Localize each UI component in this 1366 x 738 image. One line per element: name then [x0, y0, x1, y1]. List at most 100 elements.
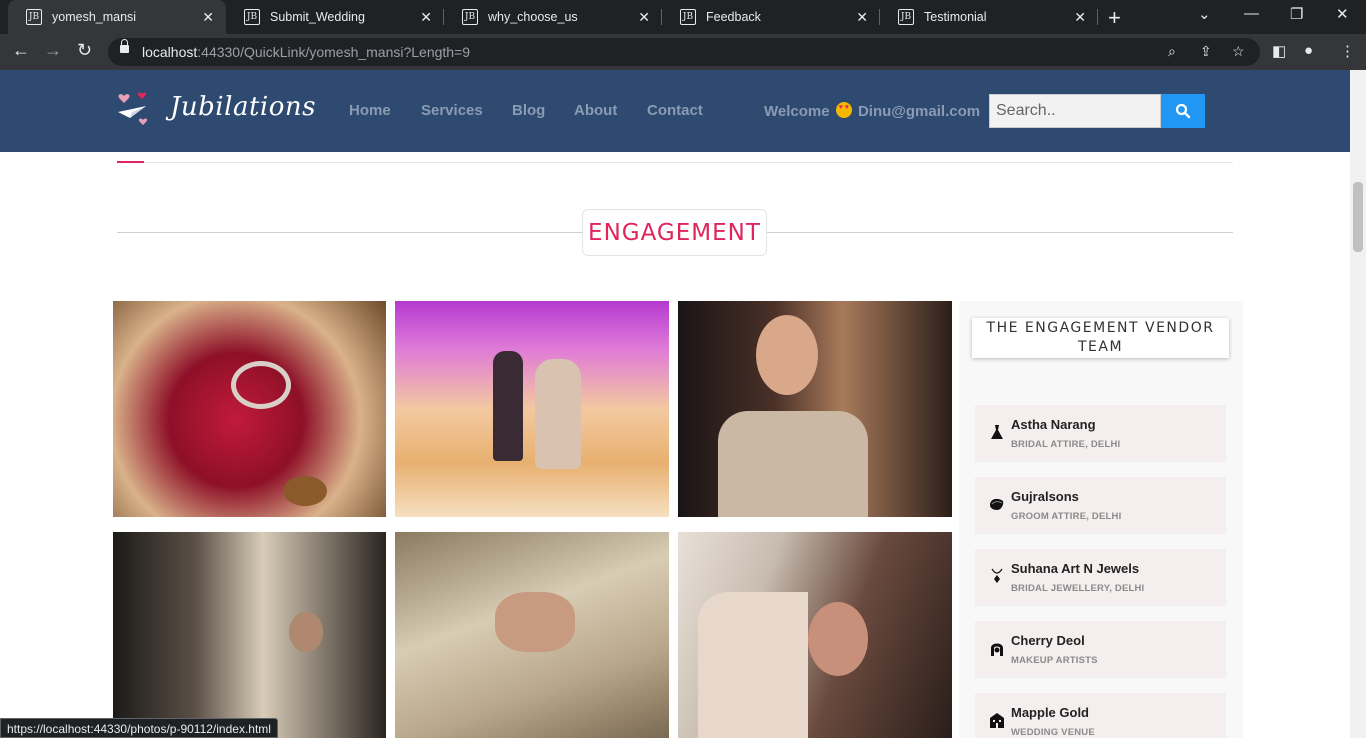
photo-bride-doorway[interactable]	[678, 532, 952, 738]
browser-tab[interactable]: JB Feedback ✕	[662, 0, 880, 34]
dress-icon	[991, 425, 1003, 439]
nav-home[interactable]: Home	[349, 102, 391, 119]
close-icon[interactable]: ✕	[420, 9, 432, 26]
bride-silhouette	[535, 359, 581, 469]
vendor-category: BRIDAL ATTIRE, DELHI	[1011, 439, 1121, 450]
profile-avatar-icon[interactable]: ●	[1304, 42, 1313, 59]
tab-title: Submit_Wedding	[270, 10, 365, 24]
browser-tab[interactable]: JB Submit_Wedding ✕	[226, 0, 444, 34]
face-shape	[808, 602, 868, 676]
site-favicon: JB	[244, 9, 260, 25]
face-shape	[289, 612, 323, 652]
restore-icon[interactable]: ❐	[1290, 5, 1303, 23]
tab-title: why_choose_us	[488, 10, 578, 24]
photo-hands-rings[interactable]	[395, 532, 669, 738]
nav-services[interactable]: Services	[421, 102, 483, 119]
tab-title: Feedback	[706, 10, 761, 24]
venue-icon	[990, 713, 1004, 728]
vendor-card[interactable]: Gujralsons GROOM ATTIRE, DELHI	[975, 477, 1226, 534]
search-input[interactable]	[989, 94, 1161, 128]
turban-icon	[990, 498, 1004, 510]
browser-tab[interactable]: JB Testimonial ✕	[880, 0, 1098, 34]
site-header: Jubilations Home Services Blog About Con…	[0, 70, 1350, 152]
reload-icon[interactable]: ↻	[77, 40, 92, 61]
makeup-icon	[991, 643, 1003, 656]
new-tab-plus-icon[interactable]: +	[1108, 5, 1121, 31]
nav-blog[interactable]: Blog	[512, 102, 545, 119]
close-icon[interactable]: ✕	[202, 9, 214, 26]
vendor-name[interactable]: Suhana Art N Jewels	[1011, 561, 1139, 576]
section-title-box: ENGAGEMENT	[582, 209, 767, 256]
jewel-icon	[991, 568, 1003, 583]
vendor-category: BRIDAL JEWELLERY, DELHI	[1011, 583, 1145, 594]
dupatta-shape	[698, 592, 808, 738]
nav-contact[interactable]: Contact	[647, 102, 703, 119]
more-menu-icon[interactable]: ⋮	[1340, 42, 1355, 60]
vendor-category: WEDDING VENUE	[1011, 727, 1095, 738]
search-icon	[1175, 103, 1191, 119]
web-page: Jubilations Home Services Blog About Con…	[0, 70, 1350, 738]
photo-bride-lehenga[interactable]	[113, 532, 386, 738]
welcome-prefix: Welcome	[764, 103, 830, 120]
browser-tab[interactable]: JB yomesh_mansi ✕	[8, 0, 226, 34]
logo-hearts-plane-icon[interactable]	[116, 90, 154, 130]
welcome-user-email[interactable]: Dinu@gmail.com	[858, 103, 980, 120]
tab-separator	[1097, 9, 1098, 25]
welcome-message: Welcome Dinu@gmail.com	[764, 102, 980, 120]
page-scrollbar[interactable]	[1350, 70, 1366, 738]
divider	[117, 162, 1233, 163]
url-text[interactable]: localhost:44330/QuickLink/yomesh_mansi?L…	[142, 44, 470, 60]
url-path: :44330/QuickLink/yomesh_mansi?Length=9	[197, 44, 471, 60]
window-close-icon[interactable]: ✕	[1336, 5, 1349, 23]
photo-bride-smiling[interactable]	[678, 301, 952, 517]
vendor-category: MAKEUP ARTISTS	[1011, 655, 1098, 666]
side-panel-icon[interactable]: ◧	[1272, 42, 1286, 60]
share-icon[interactable]: ⇪	[1200, 43, 1212, 60]
blouse-shape	[718, 411, 868, 517]
forward-arrow-icon[interactable]: →	[44, 40, 62, 61]
minimize-icon[interactable]: —	[1244, 5, 1259, 22]
sidebar-title: THE ENGAGEMENT VENDOR TEAM	[972, 318, 1229, 358]
ring-shape	[283, 476, 327, 506]
groom-silhouette	[493, 351, 523, 461]
vendor-category: GROOM ATTIRE, DELHI	[1011, 511, 1122, 522]
photo-engagement-rings[interactable]	[113, 301, 386, 517]
close-icon[interactable]: ✕	[856, 9, 868, 26]
lock-icon	[120, 39, 129, 53]
nav-about[interactable]: About	[574, 102, 617, 119]
divider-accent	[117, 161, 144, 163]
vendor-card[interactable]: Mapple Gold WEDDING VENUE	[975, 693, 1226, 738]
vendor-card[interactable]: Suhana Art N Jewels BRIDAL JEWELLERY, DE…	[975, 549, 1226, 606]
face-shape	[756, 315, 818, 395]
tab-title: Testimonial	[924, 10, 987, 24]
scrollbar-thumb[interactable]	[1353, 182, 1363, 252]
vendor-card[interactable]: Cherry Deol MAKEUP ARTISTS	[975, 621, 1226, 678]
site-favicon: JB	[898, 9, 914, 25]
search-button[interactable]	[1161, 94, 1205, 128]
url-host: localhost	[142, 44, 198, 60]
address-bar[interactable]: localhost:44330/QuickLink/yomesh_mansi?L…	[108, 38, 1260, 66]
tab-title: yomesh_mansi	[52, 10, 137, 24]
site-favicon: JB	[680, 9, 696, 25]
browser-tab-bar: JB yomesh_mansi ✕ JB Submit_Wedding ✕ JB…	[0, 0, 1366, 34]
site-logo-text[interactable]: Jubilations	[170, 92, 316, 122]
close-icon[interactable]: ✕	[638, 9, 650, 26]
vendor-name[interactable]: Gujralsons	[1011, 489, 1079, 504]
section-title: ENGAGEMENT	[588, 219, 761, 246]
heart-eyes-emoji-icon	[835, 102, 852, 118]
vendor-sidebar: THE ENGAGEMENT VENDOR TEAM Astha Narang …	[959, 301, 1243, 738]
vendor-name[interactable]: Astha Narang	[1011, 417, 1096, 432]
vendor-name[interactable]: Mapple Gold	[1011, 705, 1089, 720]
close-icon[interactable]: ✕	[1074, 9, 1086, 26]
photo-couple-sparklers[interactable]	[395, 301, 669, 517]
browser-tab[interactable]: JB why_choose_us ✕	[444, 0, 662, 34]
vendor-card[interactable]: Astha Narang BRIDAL ATTIRE, DELHI	[975, 405, 1226, 462]
site-favicon: JB	[462, 9, 478, 25]
site-favicon: JB	[26, 9, 42, 25]
tab-search-chevron-icon[interactable]: ⌄	[1198, 5, 1211, 23]
zoom-magnifier-icon[interactable]: ⌕	[1168, 43, 1176, 60]
vendor-name[interactable]: Cherry Deol	[1011, 633, 1085, 648]
browser-toolbar: ← → ↻ localhost:44330/QuickLink/yomesh_m…	[0, 34, 1366, 70]
back-arrow-icon[interactable]: ←	[12, 40, 30, 61]
bookmark-star-icon[interactable]: ☆	[1232, 43, 1245, 60]
